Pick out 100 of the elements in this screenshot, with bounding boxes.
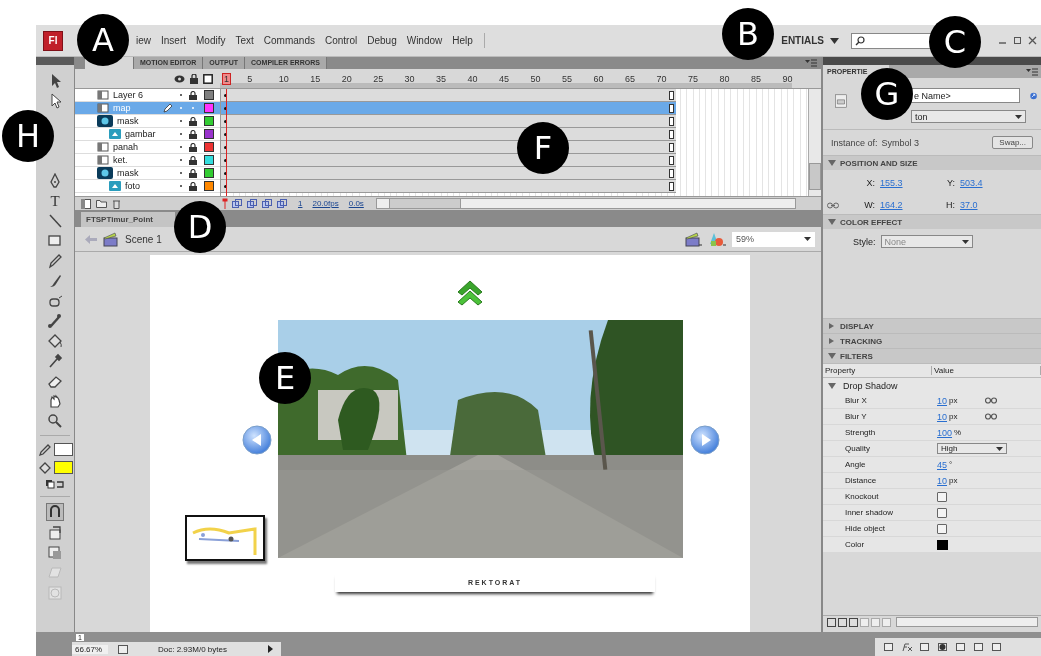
horizontal-scrollbar[interactable] <box>375 198 796 209</box>
paint-bucket-icon[interactable] <box>47 333 63 349</box>
zoom-icon[interactable] <box>47 413 63 429</box>
lock-icon[interactable] <box>188 155 197 165</box>
menu-item[interactable]: iew <box>131 33 156 48</box>
outline-icon[interactable] <box>203 73 213 84</box>
layer-color-swatch[interactable] <box>203 155 214 165</box>
expanded-triangle-icon[interactable] <box>828 160 836 166</box>
menu-item[interactable]: Help <box>447 33 478 48</box>
panel-menu-icon[interactable] <box>1026 67 1038 76</box>
swap-colors-icon[interactable] <box>45 478 65 490</box>
value-link[interactable]: 503.4 <box>960 178 983 188</box>
checkbox[interactable] <box>937 507 947 518</box>
close-icon[interactable] <box>1028 36 1037 45</box>
eye-icon[interactable] <box>174 74 185 83</box>
swap-button[interactable]: Swap... <box>992 136 1033 149</box>
caret-icon[interactable] <box>830 37 839 44</box>
menu-item[interactable]: Debug <box>362 33 402 48</box>
layer-row[interactable]: mask <box>75 167 220 180</box>
zoom-field[interactable]: 66.67% <box>72 644 108 654</box>
new-item-icon[interactable] <box>973 642 985 652</box>
lock-icon[interactable] <box>190 73 198 84</box>
expanded-triangle-icon[interactable] <box>828 353 836 359</box>
layer-color-swatch[interactable] <box>203 90 214 100</box>
edit-scene-icon[interactable] <box>685 231 702 247</box>
folder-icon[interactable] <box>96 198 107 208</box>
menu-item[interactable]: Modify <box>191 33 231 48</box>
lock-icon[interactable] <box>188 129 197 139</box>
document-tab[interactable]: FTSPTimur_Point <box>81 212 175 227</box>
preset-icon[interactable] <box>838 617 847 627</box>
menu-item[interactable]: Window <box>401 33 448 48</box>
text-tool[interactable]: T <box>48 193 62 209</box>
fx-icon[interactable] <box>901 642 913 652</box>
lock-icon[interactable] <box>188 168 197 178</box>
hand-icon[interactable] <box>47 393 63 409</box>
value-link[interactable]: 164.2 <box>880 200 903 210</box>
section-header[interactable]: TRACKING <box>823 333 1041 348</box>
filter-group-row[interactable]: Drop Shadow <box>823 378 1041 393</box>
map-thumbnail[interactable] <box>185 515 265 561</box>
layer-row[interactable]: gambar <box>75 128 220 141</box>
current-frame[interactable]: 1 <box>298 199 303 208</box>
section-header[interactable]: COLOR EFFECT <box>823 214 1041 229</box>
square-icon[interactable] <box>919 642 931 652</box>
value-link[interactable]: 45 <box>937 459 947 470</box>
double-chevron-up-icon[interactable] <box>457 278 483 306</box>
vertical-scrollbar[interactable] <box>808 89 821 196</box>
value-link[interactable]: 100 <box>937 427 953 438</box>
onion-skin-icon[interactable] <box>232 198 243 209</box>
lock-icon[interactable] <box>188 116 197 126</box>
checkbox[interactable] <box>937 523 947 534</box>
trash-icon[interactable] <box>112 198 121 209</box>
instance-name-field[interactable]: e Name> <box>910 88 1020 103</box>
fit-icon[interactable] <box>118 644 128 654</box>
rectangle-icon[interactable] <box>47 233 63 249</box>
add-filter-icon[interactable] <box>827 617 836 627</box>
onion-markers-icon[interactable] <box>277 198 288 209</box>
link-icon[interactable] <box>1029 90 1037 102</box>
maximize-icon[interactable] <box>1013 36 1022 45</box>
next-arrow-button[interactable] <box>690 425 720 455</box>
collapsed-triangle-icon[interactable] <box>828 338 836 344</box>
layer-color-swatch[interactable] <box>203 181 214 191</box>
value-link[interactable]: 37.0 <box>960 200 978 210</box>
expanded-triangle-icon[interactable] <box>828 219 836 225</box>
layer-row[interactable]: ket. <box>75 154 220 167</box>
trash-icon[interactable] <box>991 642 1003 652</box>
lock-icon[interactable] <box>188 90 197 100</box>
edit-symbols-icon[interactable] <box>708 231 726 247</box>
value-link[interactable]: 10 <box>937 395 947 406</box>
collapsed-triangle-icon[interactable] <box>828 323 836 329</box>
color-swatch[interactable] <box>53 460 73 474</box>
layer-color-swatch[interactable] <box>203 129 214 139</box>
paint-bucket-icon[interactable] <box>37 460 52 474</box>
color-swatch[interactable] <box>53 442 73 456</box>
zoom-dropdown[interactable]: 59% <box>732 231 815 247</box>
section-header[interactable]: FILTERS <box>823 348 1041 363</box>
layer-row[interactable]: foto <box>75 180 220 193</box>
panel-menu-icon[interactable] <box>805 59 817 67</box>
menu-item[interactable]: Insert <box>156 33 192 48</box>
checkbox[interactable] <box>937 491 947 502</box>
clipboard-icon[interactable] <box>849 617 858 627</box>
elapsed-time[interactable]: 0.0s <box>348 199 364 208</box>
pencil-icon[interactable] <box>37 442 52 456</box>
half-circle-icon[interactable] <box>937 642 949 652</box>
value-link[interactable]: 10 <box>937 411 947 422</box>
menu-item[interactable]: Control <box>319 33 363 48</box>
previous-arrow-button[interactable] <box>242 425 272 455</box>
onion-outline-icon[interactable] <box>247 198 258 209</box>
line-icon[interactable] <box>47 213 63 229</box>
section-header[interactable]: DISPLAY <box>823 318 1041 333</box>
lock-icon[interactable] <box>188 142 197 152</box>
layer-row[interactable]: panah <box>75 141 220 154</box>
layer-color-swatch[interactable] <box>203 142 214 152</box>
layer-color-swatch[interactable] <box>203 116 214 126</box>
layer-color-swatch[interactable] <box>203 168 214 178</box>
pencil-icon[interactable] <box>47 253 63 269</box>
straighten-icon[interactable] <box>47 545 63 561</box>
section-header[interactable]: POSITION AND SIZE <box>823 155 1041 170</box>
play-icon[interactable] <box>268 645 273 653</box>
new-layer-icon[interactable] <box>81 198 91 209</box>
value-link[interactable]: 155.3 <box>880 178 903 188</box>
